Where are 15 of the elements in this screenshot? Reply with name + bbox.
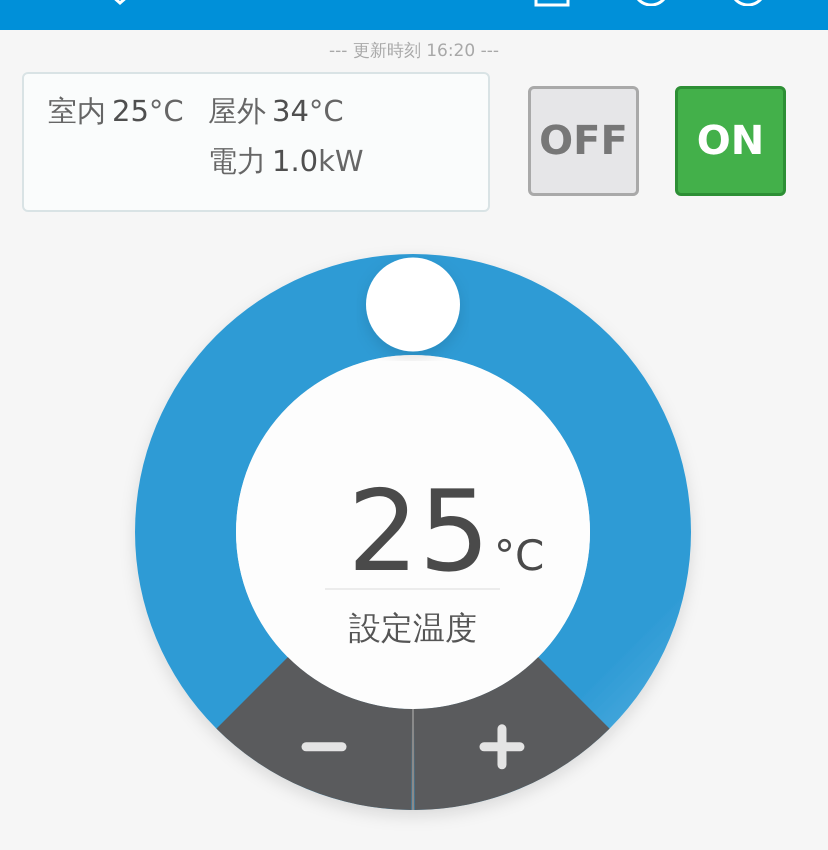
slider-thumb[interactable]	[366, 258, 460, 352]
reading-value: 25°C	[112, 94, 184, 128]
dial-label: 設定温度	[349, 609, 477, 647]
update-time: --- 更新時刻 16:20 ---	[328, 40, 500, 63]
reading-label: 屋外	[208, 93, 266, 130]
reading-label: 室内	[48, 93, 106, 130]
reading-label: 電力	[208, 143, 266, 180]
reading-value: 1.0kW	[272, 144, 364, 178]
set-temperature: 25	[347, 467, 490, 597]
reading-value: 34°C	[272, 94, 344, 128]
power-button[interactable]: OFF	[528, 86, 639, 196]
plus-button[interactable]	[414, 657, 610, 810]
power-button-active[interactable]: ON	[675, 86, 786, 196]
temperature-unit: °C	[494, 531, 544, 580]
minus-button[interactable]	[216, 657, 412, 810]
